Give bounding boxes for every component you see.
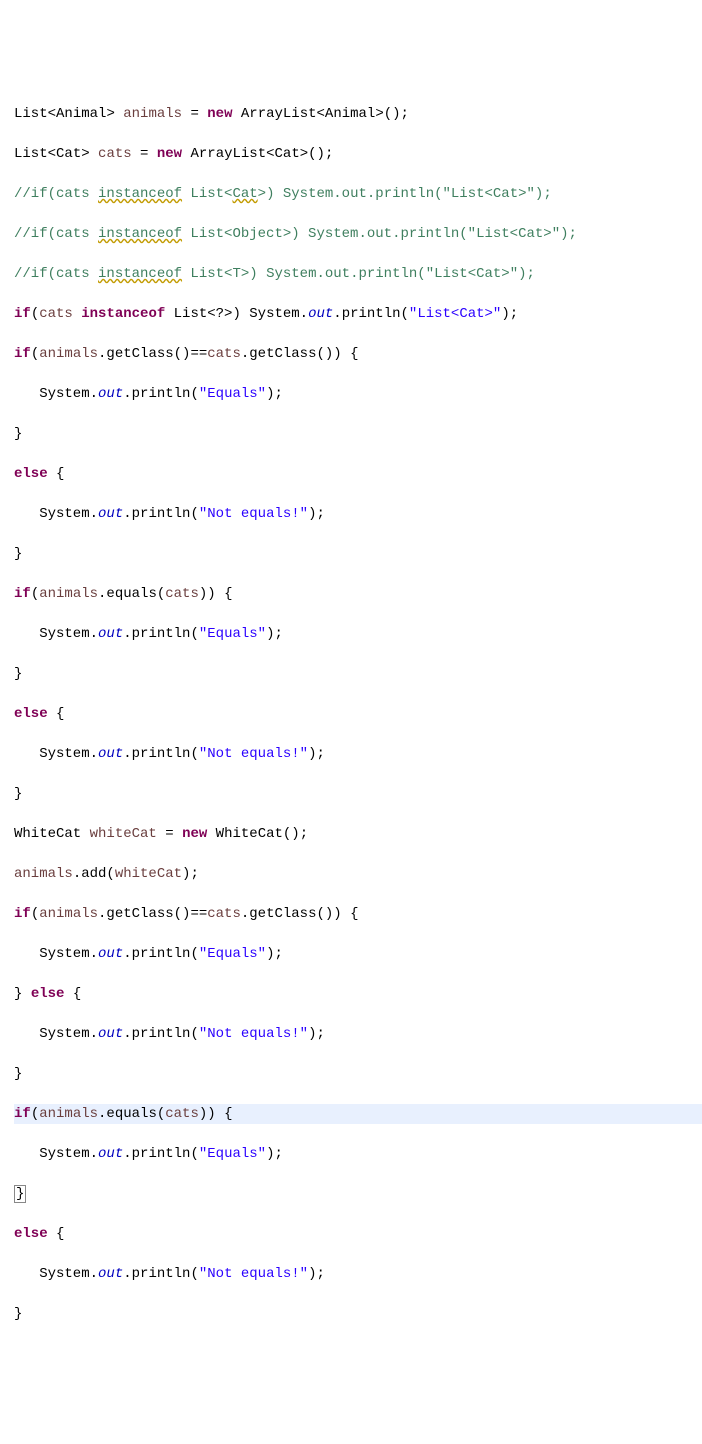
code-line[interactable]: } xyxy=(14,664,702,684)
code-line[interactable]: System.out.println("Equals"); xyxy=(14,384,702,404)
code-line[interactable]: } xyxy=(14,1064,702,1084)
code-line[interactable]: else { xyxy=(14,1224,702,1244)
code-line[interactable]: System.out.println("Equals"); xyxy=(14,1144,702,1164)
code-line[interactable]: } xyxy=(14,1184,702,1204)
code-line[interactable]: else { xyxy=(14,704,702,724)
code-line[interactable]: //if(cats instanceof List<T>) System.out… xyxy=(14,264,702,284)
code-line[interactable]: System.out.println("Equals"); xyxy=(14,624,702,644)
code-line[interactable]: } xyxy=(14,544,702,564)
code-line-highlighted[interactable]: if(animals.equals(cats)) { xyxy=(14,1104,702,1124)
bracket-match-icon: } xyxy=(14,1185,26,1203)
code-line[interactable]: //if(cats instanceof List<Object>) Syste… xyxy=(14,224,702,244)
code-line[interactable]: } xyxy=(14,1304,702,1324)
code-line[interactable]: } else { xyxy=(14,984,702,1004)
code-line[interactable]: else { xyxy=(14,464,702,484)
code-line[interactable]: if(animals.getClass()==cats.getClass()) … xyxy=(14,904,702,924)
code-line[interactable]: //if(cats instanceof List<Cat>) System.o… xyxy=(14,184,702,204)
code-line[interactable]: List<Cat> cats = new ArrayList<Cat>(); xyxy=(14,144,702,164)
code-line[interactable]: } xyxy=(14,424,702,444)
code-line[interactable]: animals.add(whiteCat); xyxy=(14,864,702,884)
code-line[interactable]: System.out.println("Not equals!"); xyxy=(14,504,702,524)
code-line[interactable]: if(cats instanceof List<?>) System.out.p… xyxy=(14,304,702,324)
code-line[interactable]: } xyxy=(14,784,702,804)
code-line[interactable]: System.out.println("Equals"); xyxy=(14,944,702,964)
code-line[interactable]: System.out.println("Not equals!"); xyxy=(14,1264,702,1284)
code-line[interactable]: System.out.println("Not equals!"); xyxy=(14,744,702,764)
code-line[interactable]: if(animals.getClass()==cats.getClass()) … xyxy=(14,344,702,364)
code-line[interactable]: if(animals.equals(cats)) { xyxy=(14,584,702,604)
code-line[interactable]: List<Animal> animals = new ArrayList<Ani… xyxy=(14,104,702,124)
code-editor[interactable]: List<Animal> animals = new ArrayList<Ani… xyxy=(14,84,702,1344)
code-line[interactable]: WhiteCat whiteCat = new WhiteCat(); xyxy=(14,824,702,844)
code-line[interactable]: System.out.println("Not equals!"); xyxy=(14,1024,702,1044)
